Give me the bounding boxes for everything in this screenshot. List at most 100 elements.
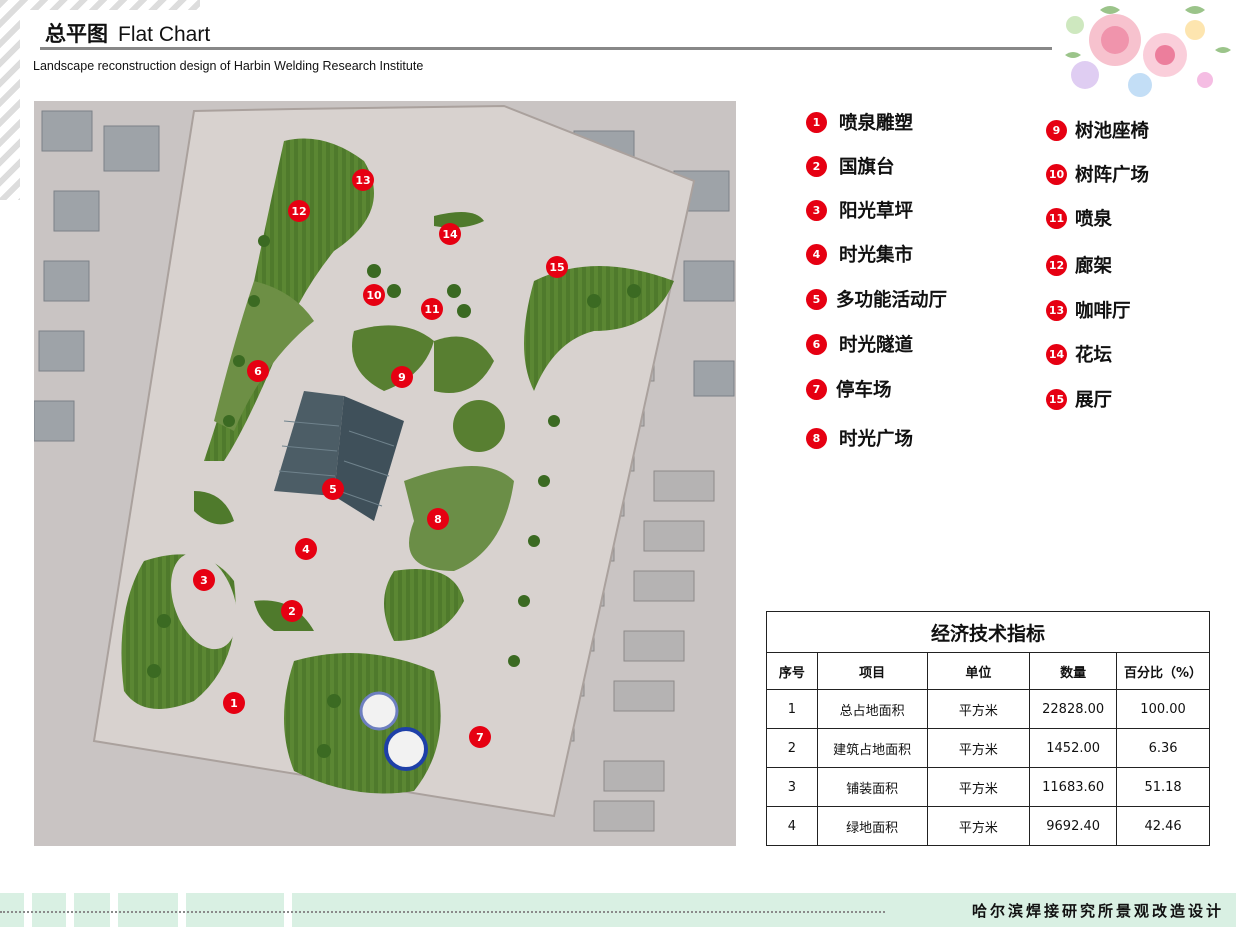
footer-dotted-line: [0, 911, 885, 913]
site-marker: 12: [288, 200, 310, 222]
svg-text:5: 5: [329, 483, 337, 496]
legend-label: 喷泉: [1075, 209, 1113, 230]
legend-item: 13 咖啡厅: [1046, 297, 1131, 323]
legend-item: 11 喷泉: [1046, 205, 1112, 231]
table-header: 数量: [1029, 652, 1118, 690]
table-cell: 2: [766, 728, 818, 768]
table-row: 3 铺装面积 平方米 11683.60 51.18: [766, 767, 1210, 807]
site-marker: 7: [469, 726, 491, 748]
site-plan-image: 1 2 3 4 5 6 7 8 9 10 11 12 13 14 15: [34, 101, 736, 846]
table-title: 经济技术指标: [766, 611, 1210, 653]
title-english: Flat Chart: [118, 23, 211, 46]
legend-item: 12 廊架: [1046, 252, 1112, 278]
site-marker: 11: [421, 298, 443, 320]
table-header: 项目: [816, 652, 928, 690]
legend-number: 7: [806, 378, 827, 400]
legend-label: 展厅: [1075, 390, 1113, 411]
legend-item: 6 时光隧道: [806, 331, 913, 357]
legend-label: 树池座椅: [1075, 121, 1150, 142]
table-cell: 平方米: [926, 767, 1031, 807]
legend-number: 11: [1046, 207, 1067, 229]
legend-label: 停车场: [836, 380, 892, 401]
legend-number: 15: [1046, 388, 1067, 410]
site-marker: 1: [223, 692, 245, 714]
legend-item: 9 树池座椅: [1046, 117, 1149, 143]
legend-label: 多功能活动厅: [836, 290, 948, 311]
legend-item: 14 花坛: [1046, 341, 1112, 367]
svg-text:10: 10: [366, 289, 382, 302]
legend-item: 4 时光集市: [806, 241, 913, 267]
legend-label: 花坛: [1075, 345, 1113, 366]
legend-label: 时光广场: [839, 429, 914, 450]
svg-text:4: 4: [302, 543, 310, 556]
legend-label: 时光集市: [839, 245, 914, 266]
legend-number: 13: [1046, 299, 1067, 321]
svg-text:14: 14: [442, 228, 458, 241]
footer-title: 哈尔滨焊接研究所景观改造设计: [971, 902, 1224, 920]
table-cell: 100.00: [1116, 689, 1210, 729]
legend-item: 8 时光广场: [806, 425, 913, 451]
table-row: 4 绿地面积 平方米 9692.40 42.46: [766, 806, 1210, 846]
table-cell: 绿地面积: [816, 806, 928, 846]
svg-text:11: 11: [424, 303, 439, 316]
legend-number: 12: [1046, 254, 1067, 276]
table-cell: 9692.40: [1029, 806, 1118, 846]
legend-number: 3: [806, 199, 827, 221]
title-underline: [40, 47, 1052, 50]
table-cell: 1452.00: [1029, 728, 1118, 768]
table-cell: 铺装面积: [816, 767, 928, 807]
legend-item: 1 喷泉雕塑: [806, 109, 913, 135]
footer-block: [66, 893, 74, 927]
legend-number: 6: [806, 333, 827, 355]
site-marker: 4: [295, 538, 317, 560]
site-marker: 14: [439, 223, 461, 245]
svg-text:6: 6: [254, 365, 262, 378]
site-marker: 10: [363, 284, 385, 306]
svg-text:8: 8: [434, 513, 442, 526]
table-header: 序号: [766, 652, 818, 690]
legend-number: 5: [806, 288, 827, 310]
legend-number: 9: [1046, 119, 1067, 141]
footer-block: [110, 893, 118, 927]
legend-label: 树阵广场: [1075, 165, 1150, 186]
site-plan-drawing: 1 2 3 4 5 6 7 8 9 10 11 12 13 14 15: [34, 101, 736, 846]
table-cell: 建筑占地面积: [816, 728, 928, 768]
svg-text:7: 7: [476, 731, 484, 744]
svg-text:12: 12: [291, 205, 306, 218]
table-cell: 6.36: [1116, 728, 1210, 768]
svg-text:15: 15: [549, 261, 564, 274]
legend-label: 喷泉雕塑: [839, 113, 914, 134]
site-marker: 15: [546, 256, 568, 278]
legend-label: 国旗台: [839, 157, 895, 178]
table-cell: 11683.60: [1029, 767, 1118, 807]
legend-item: 3 阳光草坪: [806, 197, 913, 223]
legend-number: 1: [806, 111, 827, 133]
legend-number: 8: [806, 427, 827, 449]
legend-label: 阳光草坪: [839, 201, 914, 222]
legend-label: 咖啡厅: [1075, 301, 1131, 322]
table-row: 1 总占地面积 平方米 22828.00 100.00: [766, 689, 1210, 729]
legend-item: 10 树阵广场: [1046, 161, 1149, 187]
svg-text:13: 13: [355, 174, 370, 187]
svg-text:9: 9: [398, 371, 406, 384]
table-cell: 3: [766, 767, 818, 807]
table-cell: 22828.00: [1029, 689, 1118, 729]
economic-indicator-table: 经济技术指标 序号 项目 单位 数量 百分比（%） 1 总占地面积 平方米 22…: [766, 611, 1210, 846]
table-cell: 平方米: [926, 728, 1031, 768]
table-cell: 1: [766, 689, 818, 729]
legend-number: 14: [1046, 343, 1067, 365]
table-header: 单位: [926, 652, 1031, 690]
table-cell: 总占地面积: [816, 689, 928, 729]
svg-text:2: 2: [288, 605, 296, 618]
legend-item: 2 国旗台: [806, 153, 895, 179]
subtitle: Landscape reconstruction design of Harbi…: [33, 59, 424, 73]
table-header: 百分比（%）: [1116, 652, 1210, 690]
footer-block: [178, 893, 186, 927]
flower-decoration-icon: [1065, 6, 1231, 97]
svg-text:3: 3: [200, 574, 208, 587]
table-row: 2 建筑占地面积 平方米 1452.00 6.36: [766, 728, 1210, 768]
table-cell: 4: [766, 806, 818, 846]
site-marker: 9: [391, 366, 413, 388]
site-marker: 2: [281, 600, 303, 622]
legend-item: 7 停车场: [806, 376, 892, 402]
